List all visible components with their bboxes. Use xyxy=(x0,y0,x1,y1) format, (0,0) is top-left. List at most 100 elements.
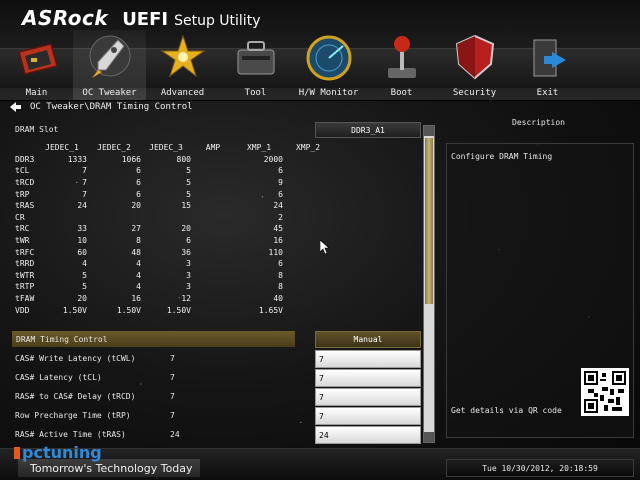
top-menu: Main OC Tweaker Advanced Tool H/W Monito… xyxy=(0,30,640,100)
spd-cell xyxy=(191,235,235,247)
spd-row-label: tFAW xyxy=(15,294,35,304)
spd-cell xyxy=(283,200,333,212)
description-panel: Configure DRAM Timing Get details via QR… xyxy=(446,143,634,438)
menu-advanced[interactable]: Advanced xyxy=(146,30,219,100)
menu-security-label: Security xyxy=(452,88,497,98)
spd-row: VDD 1.50V 1.50V 1.50V 1.65V xyxy=(15,304,333,316)
footer: Tomorrow's Technology Today pctuning Tue… xyxy=(0,443,640,480)
spd-cell: 3 xyxy=(186,282,191,292)
scroll-up-icon[interactable] xyxy=(424,126,434,136)
scrollbar-thumb[interactable] xyxy=(425,138,433,304)
spd-cell: 36 xyxy=(181,247,191,257)
dram-slot-label: DRAM Slot xyxy=(15,125,59,134)
shield-icon xyxy=(455,34,494,80)
menu-tool[interactable]: Tool xyxy=(219,30,292,100)
dram-timing-control-row[interactable]: DRAM Timing Control xyxy=(12,331,295,347)
setting-input-trp[interactable]: 7 xyxy=(315,407,421,425)
spd-table-body: DDR3 1333 1066 800 2000 tCL 7 6 5 6 tRCD 7 6 5 9 tRP 7 6 5… xyxy=(15,154,333,316)
setting-current: 7 xyxy=(170,354,175,363)
qr-code-icon xyxy=(581,368,629,416)
main-panel: DRAM Slot DDR3_A1 JEDEC_1 JEDEC_2 JEDEC_… xyxy=(0,118,440,448)
spd-row-label: CR xyxy=(15,212,25,222)
spd-header: AMP xyxy=(205,143,221,153)
setting-input-tras[interactable]: 24 xyxy=(315,426,421,444)
spd-cell: 12 xyxy=(181,294,191,304)
spd-row: tRFC 60 48 36 110 xyxy=(15,246,333,258)
setting-name: CAS# Write Latency (tCWL) xyxy=(15,354,136,363)
spd-cell xyxy=(283,281,333,293)
spd-cell xyxy=(283,177,333,189)
spd-row-label: tRTP xyxy=(15,282,35,292)
breadcrumb: OC Tweaker\DRAM Timing Control xyxy=(10,100,193,114)
menu-exit-label: Exit xyxy=(536,88,559,98)
menu-oc-tweaker[interactable]: OC Tweaker xyxy=(73,30,146,100)
spd-cell xyxy=(283,293,333,305)
menu-hw-monitor[interactable]: H/W Monitor xyxy=(292,30,365,100)
spd-cell: 2000 xyxy=(263,154,283,164)
spd-row-label: tRFC xyxy=(15,247,35,257)
spd-cell: 15 xyxy=(181,201,191,211)
spd-header: XMP_2 xyxy=(295,143,321,153)
header: ASRock UEFI Setup Utility Main OC Tweake… xyxy=(0,0,640,101)
spd-cell: 6 xyxy=(278,189,283,199)
spd-header-row: JEDEC_1 JEDEC_2 JEDEC_3 AMP XMP_1 XMP_2 xyxy=(15,142,333,154)
timing-mode-selector[interactable]: Manual xyxy=(315,331,421,348)
spd-row-label: tRC xyxy=(15,224,30,234)
spd-cell: 7 xyxy=(82,178,87,188)
setting-row-tras[interactable]: RAS# Active Time (tRAS) 24 24 xyxy=(15,426,425,444)
rocket-icon xyxy=(89,35,130,78)
spd-cell xyxy=(191,270,235,282)
setting-row-trp[interactable]: Row Precharge Time (tRP) 7 7 xyxy=(15,407,425,425)
spd-cell: 20 xyxy=(77,294,87,304)
spd-row-label: tRP xyxy=(15,189,30,199)
spd-cell: 10 xyxy=(77,236,87,246)
spd-cell xyxy=(191,200,235,212)
spd-cell: 4 xyxy=(136,282,141,292)
spd-cell: 4 xyxy=(136,259,141,269)
main-scrollbar[interactable] xyxy=(423,125,435,443)
spd-cell: 110 xyxy=(268,247,283,257)
spd-cell: 3 xyxy=(186,259,191,269)
menu-boot-label: Boot xyxy=(390,88,413,98)
spd-header: XMP_1 xyxy=(246,143,272,153)
dram-slot-selector[interactable]: DDR3_A1 xyxy=(315,122,421,138)
setting-name: CAS# Latency (tCL) xyxy=(15,373,102,382)
spd-cell: 6 xyxy=(136,189,141,199)
spd-cell: 5 xyxy=(186,189,191,199)
date-time-display: Tue 10/30/2012, 20:18:59 xyxy=(446,459,634,477)
setup-utility-title: Setup Utility xyxy=(174,13,261,29)
spd-row-label: VDD xyxy=(15,305,30,315)
asrock-logo: ASRock xyxy=(22,6,109,30)
spd-header: JEDEC_3 xyxy=(149,143,183,153)
menu-security[interactable]: Security xyxy=(438,30,511,100)
setting-input-tcl[interactable]: 7 xyxy=(315,369,421,387)
setting-row-tcl[interactable]: CAS# Latency (tCL) 7 7 xyxy=(15,369,425,387)
spd-row: tRC 33 27 20 45 xyxy=(15,223,333,235)
setting-input-tcwl[interactable]: 7 xyxy=(315,350,421,368)
menu-boot[interactable]: Boot xyxy=(365,30,438,100)
menu-main[interactable]: Main xyxy=(0,30,73,100)
setting-input-trcd[interactable]: 7 xyxy=(315,388,421,406)
setting-row-tcwl[interactable]: CAS# Write Latency (tCWL) 7 7 xyxy=(15,350,425,368)
spd-cell: 1.50V xyxy=(116,305,141,315)
spd-cell: 1.50V xyxy=(166,305,191,315)
setting-name: RAS# to CAS# Delay (tRCD) xyxy=(15,392,136,401)
menu-exit[interactable]: Exit xyxy=(511,30,584,100)
spd-cell: 8 xyxy=(136,236,141,246)
spd-cell: 7 xyxy=(82,166,87,176)
spd-cell: 6 xyxy=(278,166,283,176)
spd-cell: 27 xyxy=(131,224,141,234)
spd-cell: 40 xyxy=(273,294,283,304)
scroll-down-icon[interactable] xyxy=(424,432,434,442)
setting-current: 7 xyxy=(170,392,175,401)
spd-cell: 7 xyxy=(82,189,87,199)
spd-header xyxy=(15,142,37,154)
back-arrow-icon[interactable] xyxy=(10,101,22,113)
setting-row-trcd[interactable]: RAS# to CAS# Delay (tRCD) 7 7 xyxy=(15,388,425,406)
spd-cell xyxy=(283,270,333,282)
spd-cell xyxy=(191,212,235,224)
spd-row: CR 2 xyxy=(15,212,333,224)
spd-cell xyxy=(141,212,191,224)
spd-cell xyxy=(191,246,235,258)
spd-cell: 16 xyxy=(273,236,283,246)
